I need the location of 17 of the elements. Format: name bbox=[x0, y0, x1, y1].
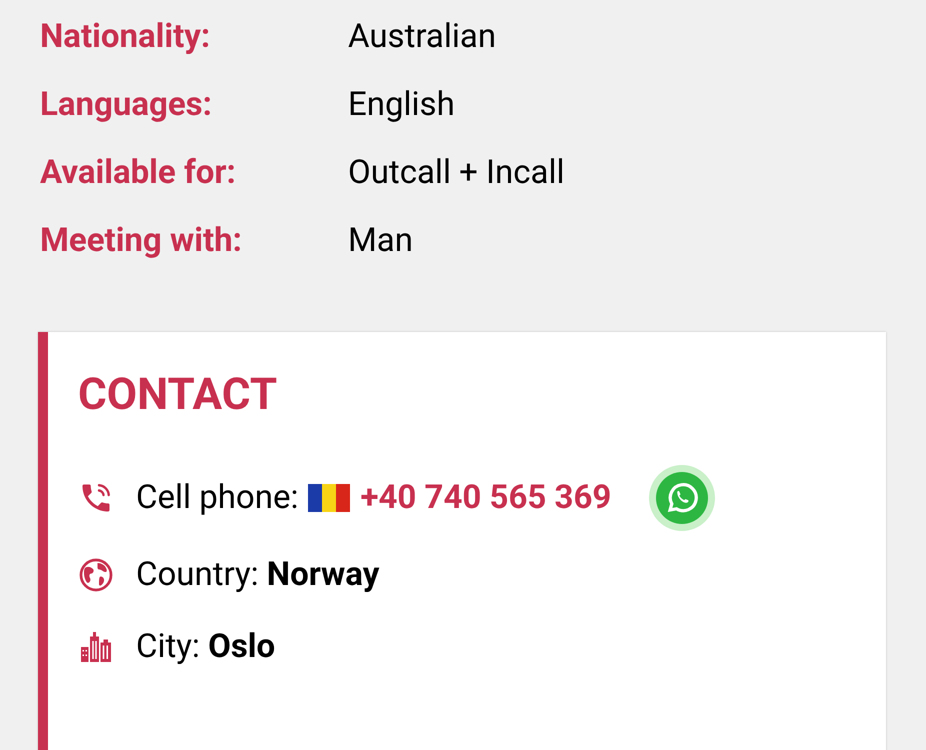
field-label: Available for: bbox=[40, 152, 237, 194]
globe-icon bbox=[78, 557, 114, 593]
chat-bubble-icon bbox=[656, 472, 708, 524]
field-value: Australian bbox=[348, 16, 496, 58]
section-title: CONTACT bbox=[78, 372, 278, 416]
field-value: Man bbox=[348, 220, 413, 262]
field-label: Nationality: bbox=[40, 16, 212, 58]
phone-link[interactable]: +40 740 565 369 bbox=[360, 473, 612, 523]
field-label: Languages: bbox=[40, 84, 213, 126]
field-label: Meeting with: bbox=[40, 220, 243, 262]
field-text: Country: Norway bbox=[136, 554, 380, 596]
field-value: Outcall + Incall bbox=[348, 152, 565, 194]
field-label: Cell phone: bbox=[136, 477, 298, 520]
buildings-icon bbox=[78, 629, 114, 665]
field-text: City: Oslo bbox=[136, 626, 276, 668]
field-value: English bbox=[348, 84, 455, 126]
flag-icon bbox=[308, 483, 350, 513]
